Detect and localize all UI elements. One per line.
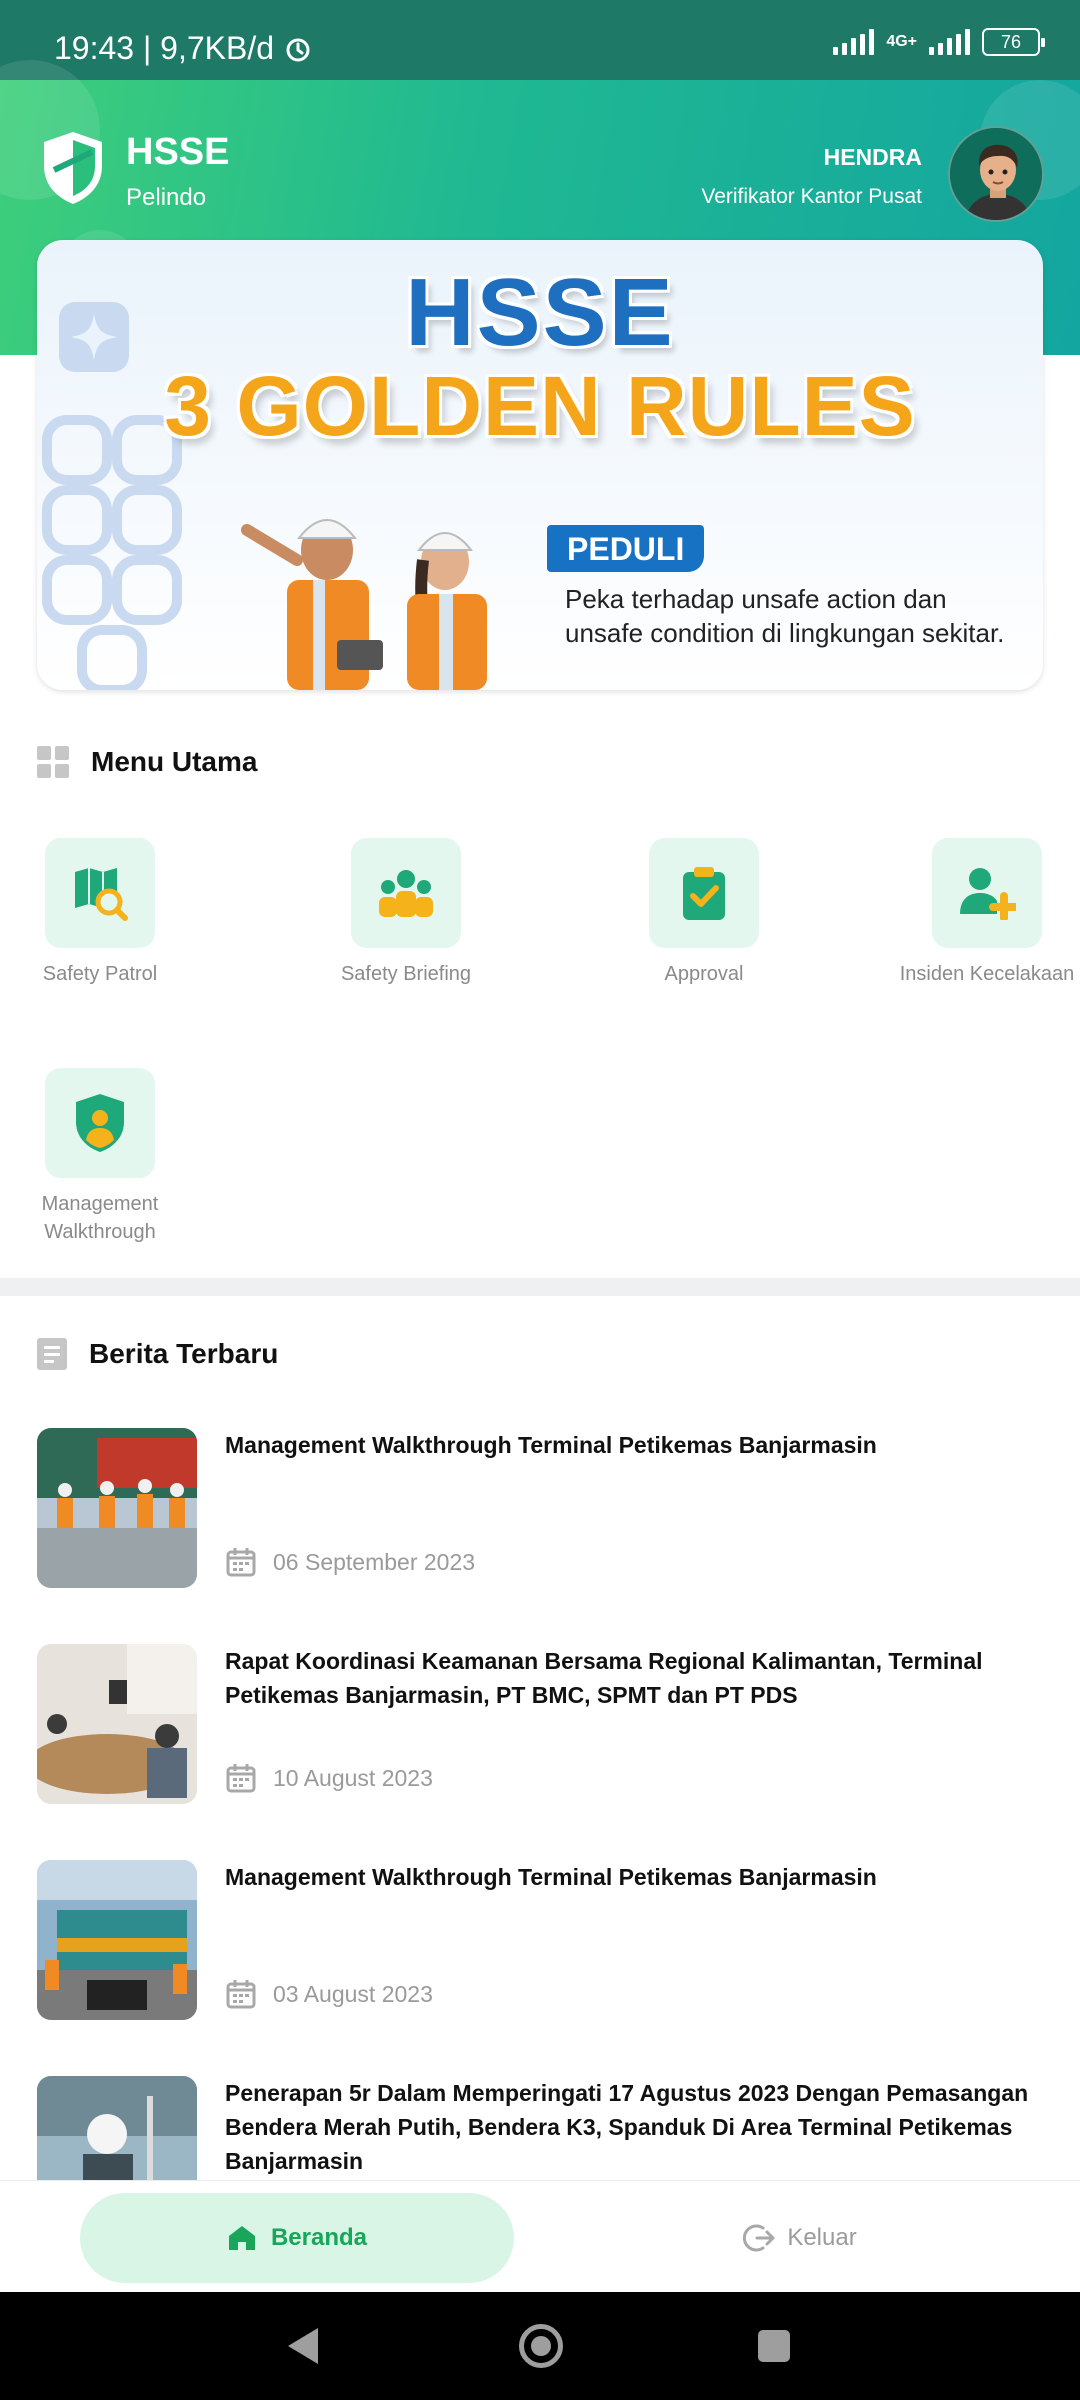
- news-item[interactable]: Rapat Koordinasi Keamanan Bersama Region…: [37, 1644, 1043, 1804]
- user-name: HENDRA: [823, 144, 922, 170]
- banner-subtitle: 3 GOLDEN RULES: [164, 359, 916, 453]
- news-date: 10 August 2023: [225, 1762, 433, 1794]
- menu-section-title: Menu Utama: [37, 746, 257, 778]
- app-title: HSSE: [126, 131, 230, 173]
- status-indicators: 4G+ 76: [833, 28, 1045, 56]
- bottom-navigation: Beranda Keluar: [0, 2180, 1080, 2292]
- user-avatar-icon: [950, 128, 1042, 220]
- banner-text-line: unsafe condition di lingkungan sekitar.: [565, 618, 1005, 648]
- news-headline: Management Walkthrough Terminal Petikema…: [225, 1864, 877, 1890]
- nav-home-label: Beranda: [270, 2224, 368, 2251]
- menu-item-label: Safety Patrol: [42, 963, 158, 985]
- news-thumbnail: [37, 1860, 197, 2020]
- logout-icon: [743, 2224, 775, 2252]
- home-icon: [228, 2226, 255, 2250]
- news-item[interactable]: Management Walkthrough Terminal Petikema…: [37, 1428, 1043, 1588]
- network-type: 4G+: [886, 33, 917, 50]
- nav-home-button[interactable]: Beranda: [80, 2193, 514, 2283]
- menu-item-label: Management Walkthrough: [41, 1193, 159, 1243]
- menu-title: Menu Utama: [91, 746, 258, 777]
- newspaper-icon: [37, 1338, 67, 1370]
- menu-item-label: Insiden Kecelakaan: [899, 963, 1075, 985]
- menu-item-insiden-kecelakaan[interactable]: Insiden Kecelakaan: [892, 838, 1080, 988]
- section-divider: [0, 1278, 1080, 1296]
- news-date-text: 10 August 2023: [273, 1764, 433, 1791]
- promo-banner[interactable]: HSSE 3 GOLDEN RULES PEDULI Peka terhadap…: [37, 240, 1043, 690]
- recent-apps-icon[interactable]: [758, 2330, 790, 2362]
- nav-logout-button[interactable]: Keluar: [720, 2193, 880, 2283]
- shield-logo-icon: [44, 132, 102, 204]
- news-thumbnail: [37, 1428, 197, 1588]
- battery-icon: 76: [982, 28, 1045, 56]
- news-headline: Management Walkthrough Terminal Petikema…: [225, 1432, 877, 1458]
- workers-illustration: [241, 519, 487, 690]
- news-section-title: Berita Terbaru: [37, 1338, 278, 1370]
- nav-logout-label: Keluar: [787, 2224, 857, 2251]
- banner-tag: PEDULI: [547, 525, 705, 572]
- app-brand: HSSE Pelindo: [40, 130, 229, 212]
- map-search-icon: [45, 838, 155, 948]
- calendar-icon: [226, 1548, 256, 1577]
- news-headline: Penerapan 5r Dalam Memperingati 17 Agust…: [225, 2080, 1029, 2174]
- banner-title: HSSE: [405, 259, 675, 366]
- app-subtitle: Pelindo: [126, 184, 207, 211]
- user-info: HENDRA Verifikator Kantor Pusat: [701, 144, 922, 209]
- system-navigation-bar: [0, 2292, 1080, 2400]
- group-icon: [351, 838, 461, 948]
- menu-item-safety-patrol[interactable]: Safety Patrol: [5, 838, 195, 988]
- news-date: 03 August 2023: [225, 1978, 433, 2010]
- news-thumbnail: [37, 1644, 197, 1804]
- news-item[interactable]: Management Walkthrough Terminal Petikema…: [37, 1860, 1043, 2020]
- signal-icon: [833, 29, 875, 55]
- news-date: 06 September 2023: [225, 1546, 475, 1578]
- news-headline: Rapat Koordinasi Keamanan Bersama Region…: [225, 1648, 983, 1708]
- alarm-icon: [286, 38, 310, 62]
- user-role: Verifikator Kantor Pusat: [701, 185, 922, 208]
- battery-level: 76: [1000, 31, 1022, 52]
- user-add-icon: [932, 838, 1042, 948]
- banner-text-line: Peka terhadap unsafe action dan: [565, 584, 947, 614]
- menu-item-management-walkthrough[interactable]: Management Walkthrough: [5, 1068, 195, 1246]
- home-circle-icon[interactable]: [519, 2324, 563, 2368]
- shield-user-icon: [45, 1068, 155, 1178]
- grid-icon: [37, 746, 69, 778]
- calendar-icon: [226, 1764, 256, 1793]
- avatar[interactable]: [948, 126, 1044, 222]
- calendar-icon: [226, 1980, 256, 2009]
- menu-item-approval[interactable]: Approval: [609, 838, 799, 988]
- back-icon[interactable]: [288, 2328, 318, 2364]
- signal-icon: [929, 29, 970, 55]
- menu-item-safety-briefing[interactable]: Safety Briefing: [311, 838, 501, 988]
- menu-item-label: Approval: [664, 963, 744, 985]
- banner-description: Peka terhadap unsafe action dan unsafe c…: [565, 582, 1004, 650]
- news-date-text: 06 September 2023: [273, 1548, 476, 1575]
- menu-item-label: Safety Briefing: [340, 963, 472, 985]
- news-date-text: 03 August 2023: [273, 1980, 433, 2007]
- clipboard-check-icon: [649, 838, 759, 948]
- news-title: Berita Terbaru: [89, 1338, 279, 1369]
- status-time: 19:43 | 9,7KB/d: [54, 30, 313, 67]
